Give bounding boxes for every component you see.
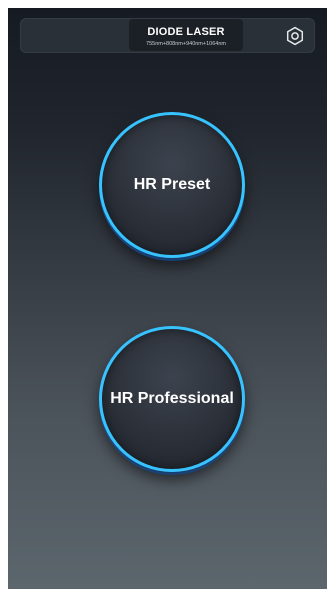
app-screen: DIODE LASER 755nm+808nm+940nm+1064nm HR … [8, 8, 327, 589]
hr-professional-label: HR Professional [110, 390, 234, 407]
page-title: DIODE LASER [147, 26, 225, 38]
settings-button[interactable] [284, 25, 306, 47]
title-chip: DIODE LASER 755nm+808nm+940nm+1064nm [129, 19, 243, 51]
wavelength-subtitle: 755nm+808nm+940nm+1064nm [146, 41, 226, 47]
hr-preset-label: HR Preset [133, 176, 211, 193]
gear-icon [286, 26, 304, 46]
hr-preset-button[interactable]: HR Preset [99, 112, 245, 258]
hr-professional-button[interactable]: HR Professional [99, 326, 245, 472]
header-bar: DIODE LASER 755nm+808nm+940nm+1064nm [20, 18, 315, 53]
